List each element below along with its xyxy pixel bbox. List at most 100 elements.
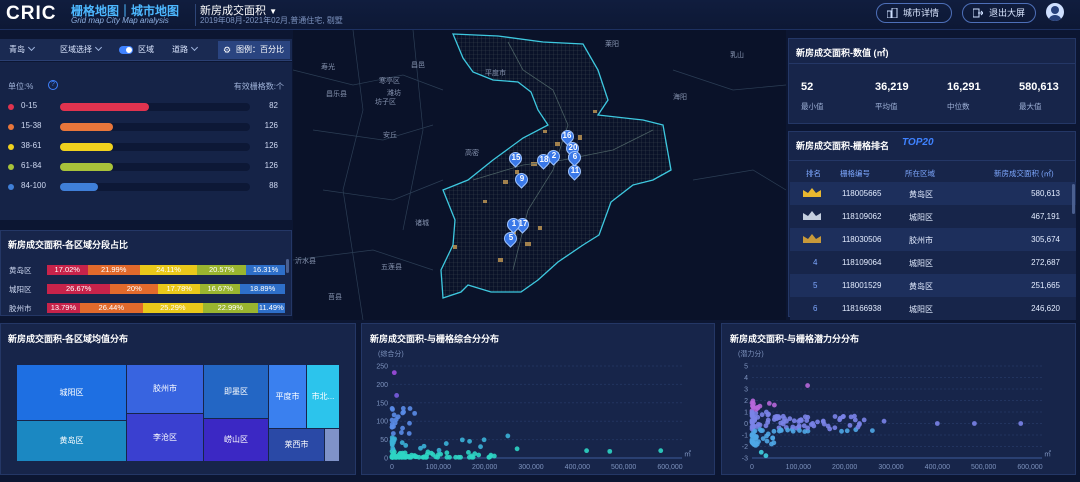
scatter-point[interactable] — [832, 425, 838, 431]
treemap-cell[interactable]: 胶州市 — [127, 365, 203, 413]
scatter-point[interactable] — [765, 417, 771, 423]
district-segment[interactable]: 11.49% — [257, 303, 285, 313]
scatter-point[interactable] — [459, 437, 465, 443]
scatter-point[interactable] — [390, 431, 396, 436]
scatter-point[interactable] — [395, 414, 401, 420]
scatter-point[interactable] — [488, 452, 494, 458]
scatter-point[interactable] — [749, 433, 755, 439]
scatter-point[interactable] — [391, 412, 397, 418]
scatter-point[interactable] — [584, 448, 589, 454]
treemap-cell[interactable]: 李沧区 — [127, 414, 203, 461]
scatter-point[interactable] — [796, 419, 802, 424]
scatter-point[interactable] — [392, 420, 398, 426]
legend-row[interactable]: 61-84 126 — [8, 160, 290, 176]
scatter-point[interactable] — [839, 428, 844, 434]
scatter-point[interactable] — [832, 414, 838, 419]
scatter-point[interactable] — [607, 448, 613, 454]
district-segment[interactable]: 22.99% — [202, 303, 258, 313]
scatter-point[interactable] — [756, 439, 761, 445]
treemap-cell[interactable]: 城阳区 — [17, 365, 126, 420]
scatter-point[interactable] — [780, 421, 786, 427]
scatter-point[interactable] — [881, 418, 887, 424]
treemap-cell[interactable]: 黄岛区 — [17, 421, 126, 461]
scatter-point[interactable] — [752, 428, 758, 434]
scatter-point[interactable] — [391, 370, 397, 376]
scatter-point[interactable] — [805, 383, 810, 388]
scatter-point[interactable] — [758, 428, 764, 434]
legend-row[interactable]: 15-38 126 — [8, 120, 290, 136]
scatter-point[interactable] — [406, 431, 412, 436]
treemap-cell[interactable] — [325, 429, 339, 461]
scatter-point[interactable] — [758, 449, 764, 455]
scatter-point[interactable] — [750, 439, 756, 445]
scatter-point[interactable] — [481, 437, 487, 443]
scatter-point[interactable] — [808, 422, 814, 427]
scatter-point[interactable] — [443, 441, 449, 446]
city-select[interactable]: 青岛 — [9, 43, 36, 55]
scatter-point[interactable] — [801, 423, 807, 429]
scatter-point[interactable] — [855, 424, 861, 430]
scatter-point[interactable] — [407, 406, 413, 411]
exit-fullscreen-button[interactable]: 退出大屏 — [962, 3, 1036, 23]
scatter-point[interactable] — [790, 424, 796, 430]
region-select[interactable]: 区域选择 — [60, 43, 103, 55]
scatter-point[interactable] — [805, 414, 811, 420]
scatter-point[interactable] — [861, 417, 867, 423]
scatter-point[interactable] — [389, 442, 395, 448]
scatter-point[interactable] — [763, 423, 769, 429]
treemap-cell[interactable]: 莱西市 — [269, 429, 324, 461]
scatter-point[interactable] — [1018, 421, 1024, 426]
legend-row[interactable]: 84-100 88 — [8, 180, 290, 196]
scatter-point[interactable] — [433, 454, 439, 460]
scatter-point[interactable] — [412, 410, 418, 416]
scatter-point[interactable] — [765, 412, 771, 418]
scatter-point[interactable] — [391, 449, 397, 455]
scatter-point[interactable] — [658, 448, 664, 454]
scatter-point[interactable] — [844, 428, 850, 434]
scatter-point[interactable] — [470, 454, 476, 460]
district-segment[interactable]: 16.31% — [246, 265, 285, 275]
district-segment[interactable]: 17.78% — [158, 284, 201, 294]
scatter-chart[interactable]: (综合分) 250 200 150 100 50 00 100,000 200,000 300,0… — [362, 346, 714, 474]
scatter-point[interactable] — [750, 404, 756, 410]
scatter-point[interactable] — [750, 398, 756, 404]
district-segment[interactable]: 20.57% — [197, 265, 247, 275]
scatter-point[interactable] — [413, 454, 419, 460]
rank-row[interactable]: 118030506 胶州市 305,674 — [790, 228, 1076, 251]
district-segment[interactable]: 17.02% — [47, 265, 88, 275]
scatter-point[interactable] — [847, 422, 853, 428]
legend-row[interactable]: 38-61 126 — [8, 140, 290, 156]
user-avatar[interactable] — [1046, 3, 1064, 21]
scatter-point[interactable] — [852, 413, 857, 419]
rank-row[interactable]: 4 118109064 城阳区 272,687 — [790, 251, 1076, 274]
help-icon[interactable]: ? — [48, 80, 58, 90]
scatter-point[interactable] — [436, 447, 442, 453]
scatter-point[interactable] — [796, 423, 802, 429]
scatter-point[interactable] — [934, 421, 940, 426]
scatter-point[interactable] — [757, 422, 763, 428]
scatter-point[interactable] — [389, 405, 395, 411]
scatter-point[interactable] — [840, 414, 846, 420]
scatter-point[interactable] — [825, 423, 831, 429]
scatter-point[interactable] — [467, 438, 472, 444]
district-segment[interactable]: 25.29% — [142, 303, 203, 313]
district-segment[interactable]: 13.79% — [47, 303, 80, 313]
grid-map[interactable]: 寿光 昌邑 平度市 莱阳 乳山 寒亭区 潍坊 坊子区 昌乐县 海阳 安丘 高密 … — [293, 30, 786, 320]
scrollbar[interactable] — [1072, 184, 1075, 214]
treemap-cell[interactable]: 即墨区 — [204, 365, 268, 418]
scatter-point[interactable] — [776, 415, 782, 421]
scatter-point[interactable] — [766, 401, 772, 406]
scatter-point[interactable] — [418, 445, 423, 451]
district-segment[interactable]: 21.99% — [87, 265, 140, 275]
road-select[interactable]: 道路 — [172, 43, 199, 55]
treemap-cell[interactable]: 平度市 — [269, 365, 306, 428]
scatter-point[interactable] — [476, 452, 482, 458]
scatter-point[interactable] — [764, 438, 770, 444]
district-segment[interactable]: 16.67% — [200, 284, 241, 294]
scatter-point[interactable] — [749, 411, 755, 417]
scatter-point[interactable] — [753, 434, 759, 440]
scatter-point[interactable] — [778, 428, 784, 433]
scatter-point[interactable] — [771, 428, 777, 434]
scatter-point[interactable] — [398, 430, 404, 435]
district-segment[interactable]: 18.89% — [240, 284, 286, 294]
